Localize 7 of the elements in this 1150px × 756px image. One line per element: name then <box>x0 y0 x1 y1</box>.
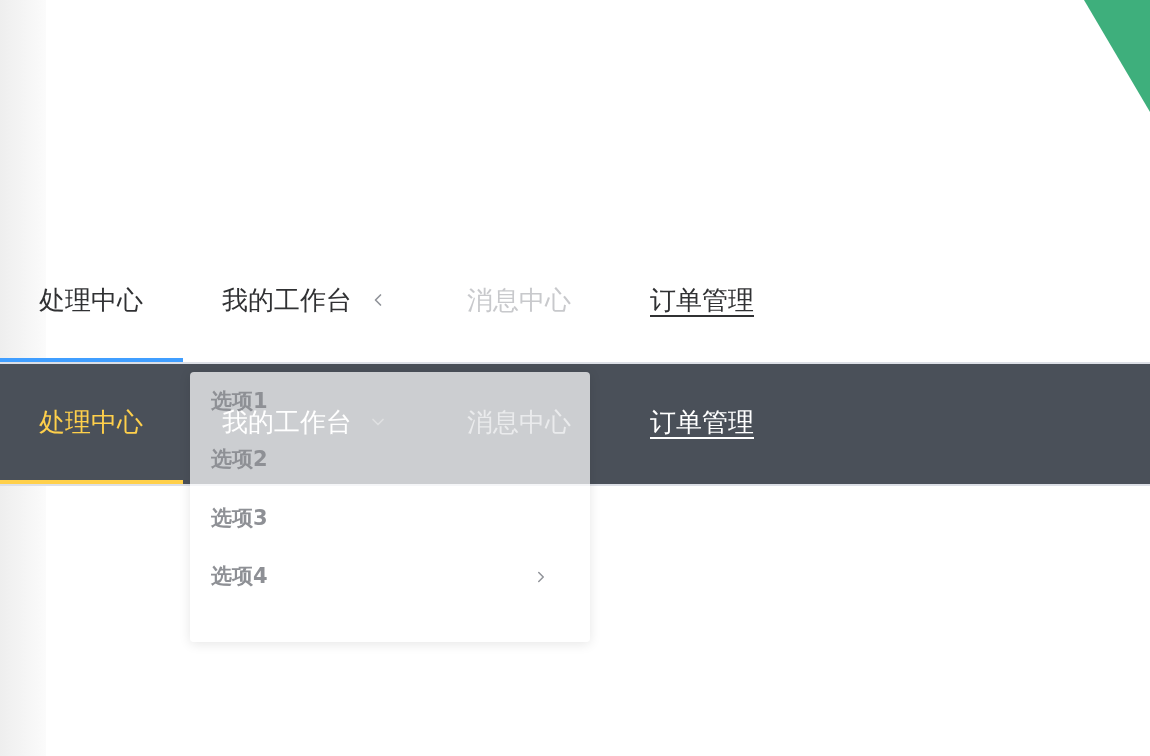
menu-link[interactable]: 订单管理 <box>611 364 794 484</box>
dropdown-item[interactable]: 选项3 <box>211 507 268 529</box>
dropdown-item[interactable]: 选项4 <box>211 566 268 588</box>
triangle-icon <box>1084 0 1150 112</box>
menu-link[interactable]: 订单管理 <box>611 242 794 362</box>
menu-item[interactable]: 处理中心 <box>0 364 183 484</box>
menu-item[interactable]: 我的工作台 <box>183 242 428 362</box>
